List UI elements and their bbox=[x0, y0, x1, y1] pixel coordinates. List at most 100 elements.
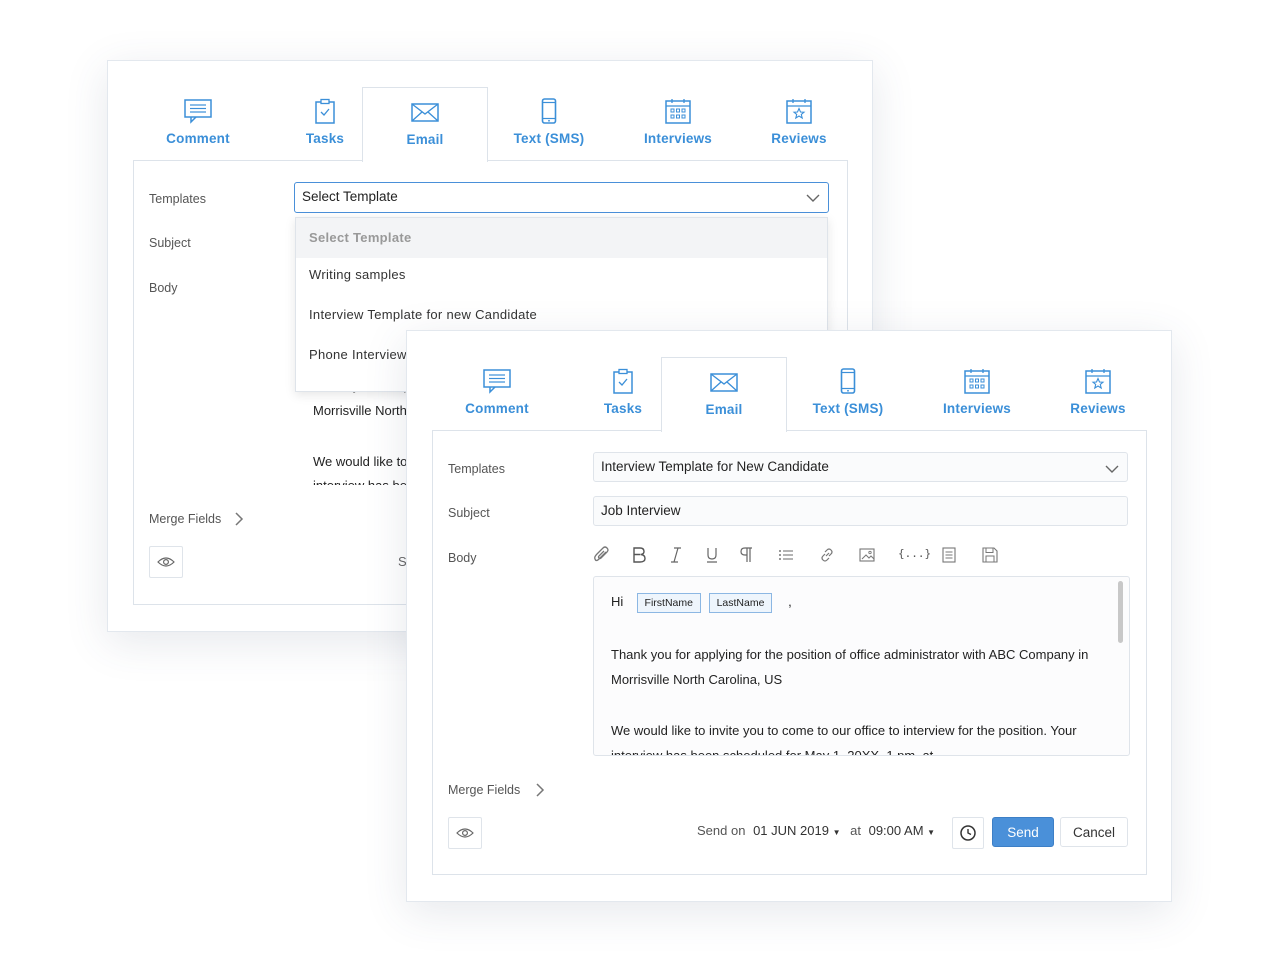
tab-reviews[interactable]: Reviews bbox=[737, 87, 861, 161]
subject-label: Subject bbox=[448, 506, 490, 520]
subject-label: Subject bbox=[149, 236, 191, 250]
email-form: Templates Subject Body Interview Templat… bbox=[432, 430, 1147, 875]
comment-icon bbox=[183, 98, 213, 124]
code-braces-icon[interactable]: {...} bbox=[898, 547, 931, 560]
envelope-icon bbox=[410, 99, 440, 125]
mobile-phone-icon bbox=[534, 98, 564, 124]
calendar-star-icon bbox=[784, 98, 814, 124]
schedule-row: Send on 01 JUN 2019 ▼ at 09:00 AM ▼ bbox=[697, 823, 935, 838]
dropdown-option[interactable]: Interview Template for new Candidate bbox=[296, 295, 827, 335]
send-date-picker[interactable]: 01 JUN 2019 ▼ bbox=[753, 823, 840, 838]
editor-toolbar: {...} bbox=[593, 546, 1013, 566]
tab-bar: Comment Tasks Email Text (SMS) Interview… bbox=[432, 357, 1145, 432]
attach-icon[interactable] bbox=[593, 546, 611, 564]
chevron-down-icon bbox=[806, 193, 820, 203]
clock-icon bbox=[960, 825, 976, 841]
tab-label: Reviews bbox=[771, 131, 827, 146]
at-label: at bbox=[850, 823, 861, 838]
tab-label: Text (SMS) bbox=[513, 131, 585, 146]
tab-label: Interviews bbox=[643, 131, 713, 146]
merge-fields-label: Merge Fields bbox=[448, 783, 521, 797]
merge-field-chip[interactable]: LastName bbox=[708, 593, 773, 613]
body-line: interview has been scheduled for May 1, … bbox=[611, 748, 934, 756]
send-time-picker[interactable]: 09:00 AM ▼ bbox=[869, 823, 935, 838]
link-icon[interactable] bbox=[818, 546, 836, 564]
body-line: interview has be bbox=[313, 475, 407, 485]
tab-label: Email bbox=[406, 132, 444, 147]
underline-icon[interactable] bbox=[705, 546, 719, 564]
document-icon[interactable] bbox=[941, 546, 957, 564]
tab-reviews[interactable]: Reviews bbox=[1036, 357, 1160, 431]
tab-email[interactable]: Email bbox=[661, 357, 787, 432]
tab-comment[interactable]: Comment bbox=[435, 357, 559, 431]
tab-interviews[interactable]: Interviews bbox=[915, 357, 1039, 431]
italic-icon[interactable] bbox=[669, 546, 683, 564]
calendar-star-icon bbox=[1083, 368, 1113, 394]
list-icon[interactable] bbox=[777, 546, 795, 564]
body-line: Thank you for applying for the position … bbox=[611, 647, 1089, 662]
template-select[interactable]: Interview Template for New Candidate bbox=[593, 452, 1128, 482]
tab-label: Email bbox=[705, 402, 743, 417]
subject-value: Job Interview bbox=[601, 503, 681, 518]
comma-text: , bbox=[788, 594, 792, 609]
tab-email[interactable]: Email bbox=[362, 87, 488, 162]
chevron-right-icon bbox=[535, 783, 545, 797]
clipboard-check-icon bbox=[608, 368, 638, 394]
image-icon[interactable] bbox=[858, 546, 876, 564]
tab-label: Text (SMS) bbox=[812, 401, 884, 416]
envelope-icon bbox=[709, 369, 739, 395]
caret-down-icon: ▼ bbox=[832, 828, 841, 837]
clipboard-check-icon bbox=[310, 98, 340, 124]
merge-fields-toggle[interactable]: Merge Fields bbox=[448, 783, 520, 797]
greeting-line: Hi FirstName LastName , bbox=[611, 591, 792, 613]
templates-label: Templates bbox=[448, 462, 505, 476]
merge-fields-toggle[interactable]: Merge Fields bbox=[149, 512, 221, 526]
eye-icon bbox=[456, 827, 474, 839]
tab-label: Reviews bbox=[1070, 401, 1126, 416]
tab-bar: Comment Tasks Email Text (SMS) Interview… bbox=[133, 87, 846, 162]
body-line: Morrisville North bbox=[313, 403, 407, 418]
body-line: We would like to bbox=[313, 454, 408, 469]
greeting-text: Hi bbox=[611, 594, 624, 609]
cancel-button[interactable]: Cancel bbox=[1060, 817, 1128, 847]
chevron-right-icon bbox=[234, 512, 244, 526]
body-line: We would like to invite you to come to o… bbox=[611, 723, 1077, 738]
tab-label: Interviews bbox=[942, 401, 1012, 416]
tab-comment[interactable]: Comment bbox=[136, 87, 260, 161]
body-line: Morrisville North Carolina, US bbox=[611, 672, 783, 687]
preview-button[interactable] bbox=[149, 546, 183, 578]
body-label: Body bbox=[448, 551, 477, 565]
tab-interviews[interactable]: Interviews bbox=[616, 87, 740, 161]
body-label: Body bbox=[149, 281, 178, 295]
preview-button[interactable] bbox=[448, 817, 482, 849]
templates-label: Templates bbox=[149, 192, 206, 206]
chevron-down-icon bbox=[1105, 464, 1119, 474]
email-composer-front: Comment Tasks Email Text (SMS) Interview… bbox=[406, 330, 1172, 902]
template-select-value: Select Template bbox=[302, 189, 398, 204]
dropdown-option[interactable]: Select Template bbox=[296, 218, 827, 258]
mobile-phone-icon bbox=[833, 368, 863, 394]
bold-icon[interactable] bbox=[631, 546, 647, 564]
body-editor[interactable]: Hi FirstName LastName , Thank you for ap… bbox=[593, 576, 1130, 756]
tab-label: Comment bbox=[166, 131, 230, 146]
dropdown-option[interactable]: Writing samples bbox=[296, 255, 827, 295]
calendar-grid-icon bbox=[663, 98, 693, 124]
editor-scrollbar[interactable] bbox=[1118, 581, 1123, 643]
send-on-label: Send on bbox=[697, 823, 746, 838]
subject-input[interactable]: Job Interview bbox=[593, 496, 1128, 526]
schedule-button[interactable] bbox=[952, 817, 984, 849]
template-select[interactable]: Select Template bbox=[294, 182, 829, 213]
send-button[interactable]: Send bbox=[992, 817, 1054, 847]
merge-fields-label: Merge Fields bbox=[149, 512, 222, 526]
merge-field-chip[interactable]: FirstName bbox=[636, 593, 701, 613]
paragraph-icon[interactable] bbox=[739, 546, 753, 564]
tab-label: Comment bbox=[465, 401, 529, 416]
calendar-grid-icon bbox=[962, 368, 992, 394]
tab-text-sms[interactable]: Text (SMS) bbox=[487, 87, 611, 161]
send-date-value: 01 JUN 2019 bbox=[753, 823, 829, 838]
template-select-value: Interview Template for New Candidate bbox=[601, 459, 829, 474]
save-icon[interactable] bbox=[981, 546, 999, 564]
tab-text-sms[interactable]: Text (SMS) bbox=[786, 357, 910, 431]
comment-icon bbox=[482, 368, 512, 394]
caret-down-icon: ▼ bbox=[927, 828, 936, 837]
